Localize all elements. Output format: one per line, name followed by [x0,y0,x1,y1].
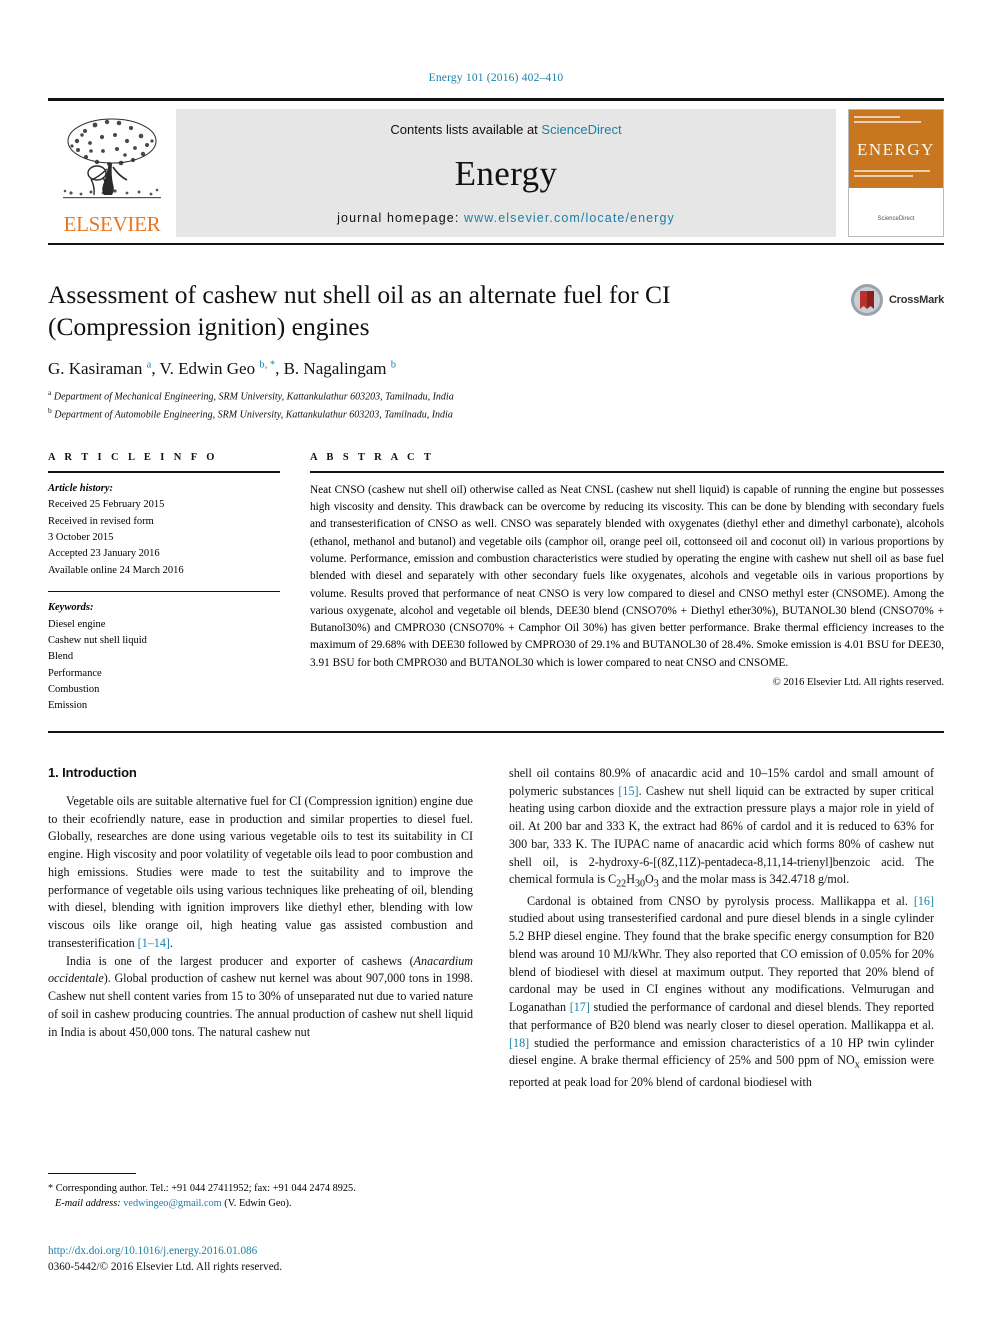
footer-block: http://dx.doi.org/10.1016/j.energy.2016.… [48,1243,478,1275]
sciencedirect-link[interactable]: ScienceDirect [541,122,621,137]
cover-bottom: ScienceDirect [849,188,943,236]
article-history-block: Article history: Received 25 February 20… [48,473,280,579]
author-list: G. Kasiraman a, V. Edwin Geo b, *, B. Na… [48,359,397,379]
article-info-heading: A R T I C L E I N F O [48,451,218,463]
journal-cover-thumbnail: ENERGY ScienceDirect [848,109,944,237]
title-block: CrossMark Assessment of cashew nut shell… [48,279,944,422]
journal-title: Energy [454,154,558,193]
citation-ref[interactable]: [15] [618,784,638,798]
body-paragraph: Vegetable oils are suitable alternative … [48,793,473,950]
affiliation-b: b Department of Automobile Engineering, … [48,405,453,420]
doi-link[interactable]: http://dx.doi.org/10.1016/j.energy.2016.… [48,1243,478,1259]
contents-prefix: Contents lists available at [390,122,542,137]
affiliation-list: a Department of Mechanical Engineering, … [48,387,944,422]
keyword-item: Emission [48,700,88,712]
corresponding-author-note: * Corresponding author. Tel.: +91 044 27… [48,1183,356,1194]
masthead-center: Contents lists available at ScienceDirec… [176,109,836,237]
cover-journal-title: ENERGY [857,139,935,159]
body-paragraph: Cardonal is obtained from CNSO by pyroly… [509,893,935,1089]
elsevier-logo: ELSEVIER [48,109,176,237]
body-paragraph: shell oil contains 80.9% of anacardic ac… [509,765,934,890]
footnote-block: * Corresponding author. Tel.: +91 044 27… [48,1173,473,1212]
page-title: Assessment of cashew nut shell oil as an… [48,280,671,342]
elsevier-wordmark: ELSEVIER [63,212,161,236]
elsevier-tree-icon [63,118,161,199]
history-item: 3 October 2015 [48,532,114,544]
affiliation-a: a Department of Mechanical Engineering, … [48,388,454,403]
abstract-copyright: © 2016 Elsevier Ltd. All rights reserved… [772,677,944,688]
masthead-bottom-rule [48,243,944,245]
keywords-heading: Keywords: [48,602,94,614]
citation-ref[interactable]: [17] [570,1000,590,1014]
history-item: Available online 24 March 2016 [48,564,184,576]
cover-top: ENERGY [849,110,943,189]
article-info-column: A R T I C L E I N F O Article history: R… [48,452,280,715]
citation-ref[interactable]: [16] [914,894,934,908]
section-heading-introduction: 1. Introduction [48,764,137,780]
keyword-item: Cashew nut shell liquid [48,634,147,646]
body-paragraph: India is one of the largest producer and… [48,953,473,1039]
body-columns: 1. Introduction Vegetable oils are suita… [48,765,944,1092]
cover-footer-text: ScienceDirect [877,215,915,222]
keyword-item: Diesel engine [48,618,106,630]
crossmark-icon [850,284,883,316]
history-item: Received 25 February 2015 [48,499,165,511]
body-column-left: 1. Introduction Vegetable oils are suita… [48,765,483,1042]
keyword-item: Combustion [48,684,100,696]
email-note: E-mail address: vedwingeo@gmail.com (V. … [48,1196,473,1211]
cover-decor-lines-bottom [854,170,938,180]
citation-ref[interactable]: [18] [509,1036,529,1050]
running-head: Energy 101 (2016) 402–410 [428,72,564,84]
abstract-bottom-rule [48,730,944,733]
journal-masthead: ELSEVIER Contents lists available at Sci… [48,98,944,237]
citation-ref[interactable]: [1–14] [138,936,170,950]
history-item: Received in revised form [48,515,154,527]
paper-page: Energy 101 (2016) 402–410 ELSEVIER Conte… [0,0,992,1323]
abstract-heading: A B S T R A C T [310,451,435,463]
issn-copyright: 0360-5442/© 2016 Elsevier Ltd. All right… [48,1261,283,1274]
email-label: E-mail address: [55,1198,121,1210]
crossmark-badge[interactable]: CrossMark [850,283,944,317]
crossmark-label: CrossMark [888,294,944,306]
cover-decor-lines-top [854,116,938,126]
keyword-item: Performance [48,667,102,679]
keywords-block: Keywords: Diesel engine Cashew nut shell… [48,592,280,715]
info-abstract-row: A R T I C L E I N F O Article history: R… [48,452,944,715]
email-link[interactable]: vedwingeo@gmail.com [123,1198,221,1209]
affiliation-b-text: Department of Automobile Engineering, SR… [54,408,453,420]
body-column-right: shell oil contains 80.9% of anacardic ac… [509,765,944,1092]
abstract-column: A B S T R A C T Neat CNSO (cashew nut sh… [310,452,944,715]
article-history-heading: Article history: [48,482,114,494]
email-suffix: (V. Edwin Geo). [221,1198,292,1210]
affiliation-a-text: Department of Mechanical Engineering, SR… [53,391,454,403]
keyword-item: Blend [48,651,74,663]
history-item: Accepted 23 January 2016 [48,548,160,560]
journal-homepage-line: journal homepage: www.elsevier.com/locat… [337,211,675,225]
contents-available-line: Contents lists available at ScienceDirec… [390,122,621,137]
abstract-text: Neat CNSO (cashew nut shell oil) otherwi… [310,483,944,669]
journal-homepage-link[interactable]: www.elsevier.com/locate/energy [464,211,675,225]
footnote-rule [48,1173,136,1174]
homepage-prefix: journal homepage: [337,211,464,225]
